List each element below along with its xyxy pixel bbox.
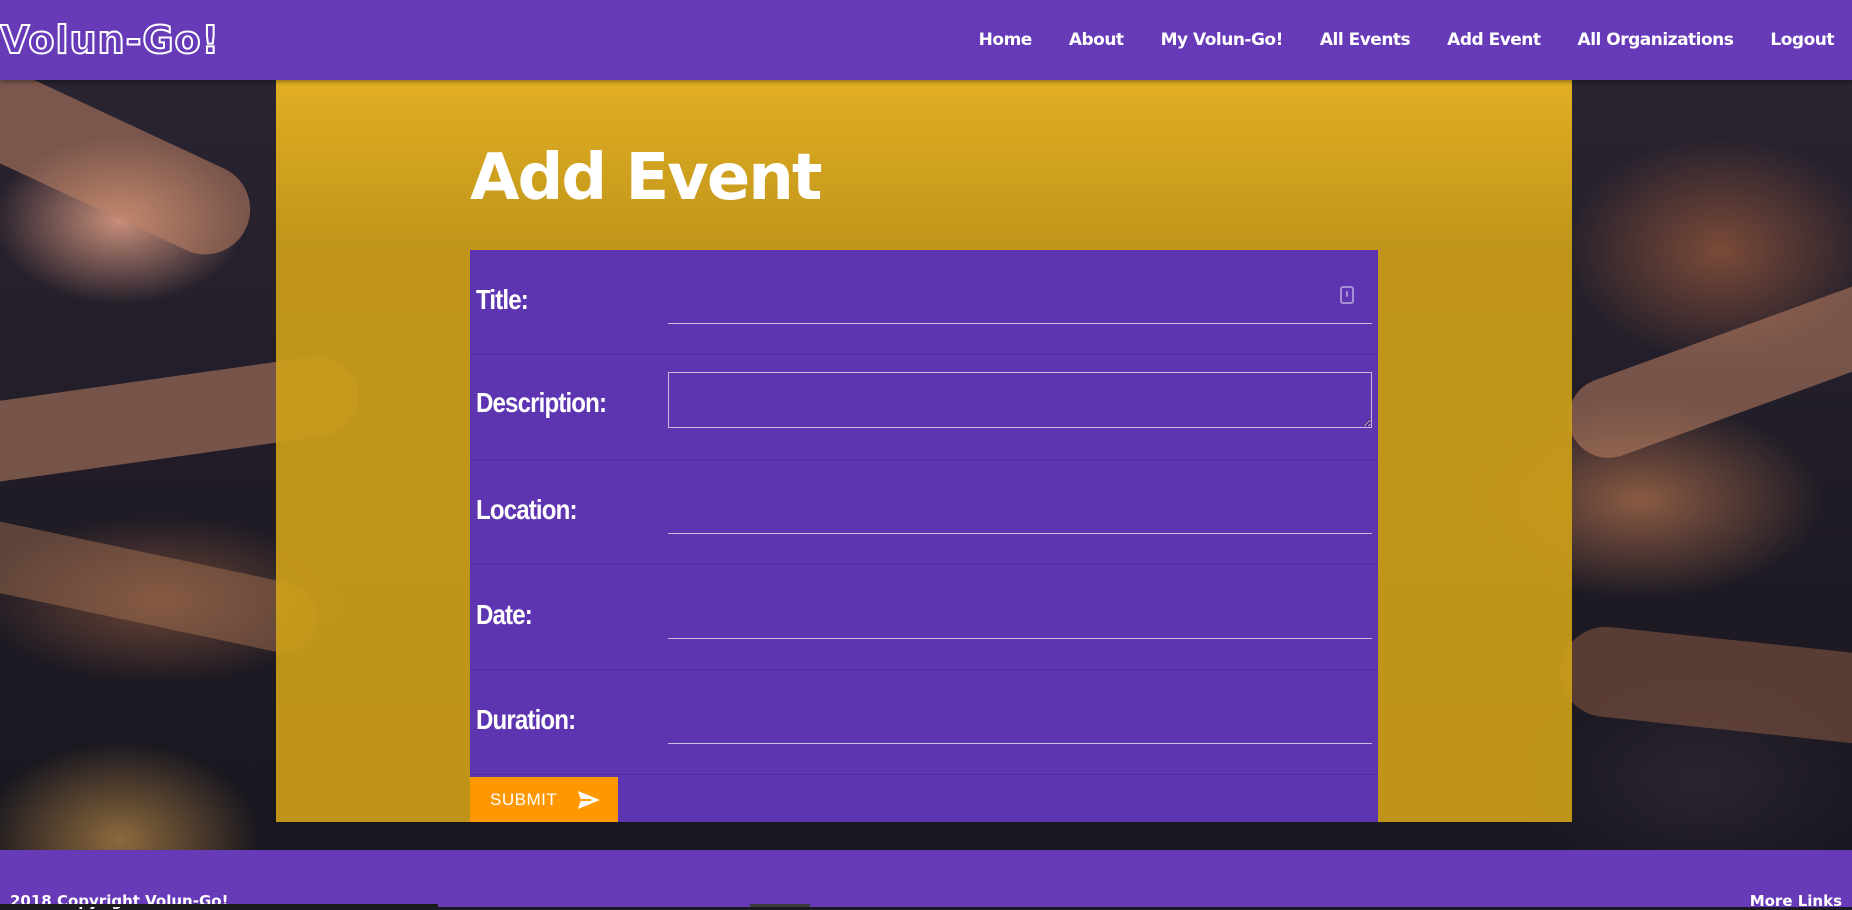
description-textarea[interactable] [668,372,1372,428]
footer-copyright: 2018 Copyright Volun-Go! [10,892,229,910]
submit-label: SUBMIT [490,789,558,809]
password-manager-key-icon[interactable] [1340,286,1354,304]
nav-link-my-volun-go[interactable]: My Volun-Go! [1161,30,1284,50]
duration-label: Duration: [476,704,576,735]
description-label: Description: [476,387,607,418]
nav-link-add-event[interactable]: Add Event [1447,30,1541,50]
nav-link-all-organizations[interactable]: All Organizations [1578,30,1734,50]
date-input[interactable] [668,599,1372,639]
send-icon [578,790,601,809]
footer: 2018 Copyright Volun-Go! More Links [0,850,1852,910]
form-row-title: Title: [470,250,1378,355]
duration-input[interactable] [668,704,1372,744]
form-row-duration: Duration: [470,670,1378,775]
date-label: Date: [476,599,533,630]
brand-logo[interactable]: Volun-Go! [0,17,220,63]
page-title: Add Event [470,141,822,215]
nav-link-all-events[interactable]: All Events [1320,30,1411,50]
submit-button[interactable]: SUBMIT [470,777,618,822]
navbar: Volun-Go! Home About My Volun-Go! All Ev… [0,0,1852,80]
nav-link-logout[interactable]: Logout [1770,30,1834,50]
form-row-date: Date: [470,565,1378,670]
nav-links: Home About My Volun-Go! All Events Add E… [942,0,1835,80]
location-input[interactable] [668,494,1372,534]
add-event-form: Title: Description: Location: Date: Dura… [470,250,1378,822]
location-label: Location: [476,494,577,525]
form-row-location: Location: [470,460,1378,565]
nav-link-home[interactable]: Home [979,30,1033,50]
form-row-description: Description: [470,355,1378,460]
footer-links-label[interactable]: More Links [1750,892,1842,910]
title-input[interactable] [668,284,1372,324]
title-label: Title: [476,284,529,315]
nav-link-about[interactable]: About [1069,30,1124,50]
